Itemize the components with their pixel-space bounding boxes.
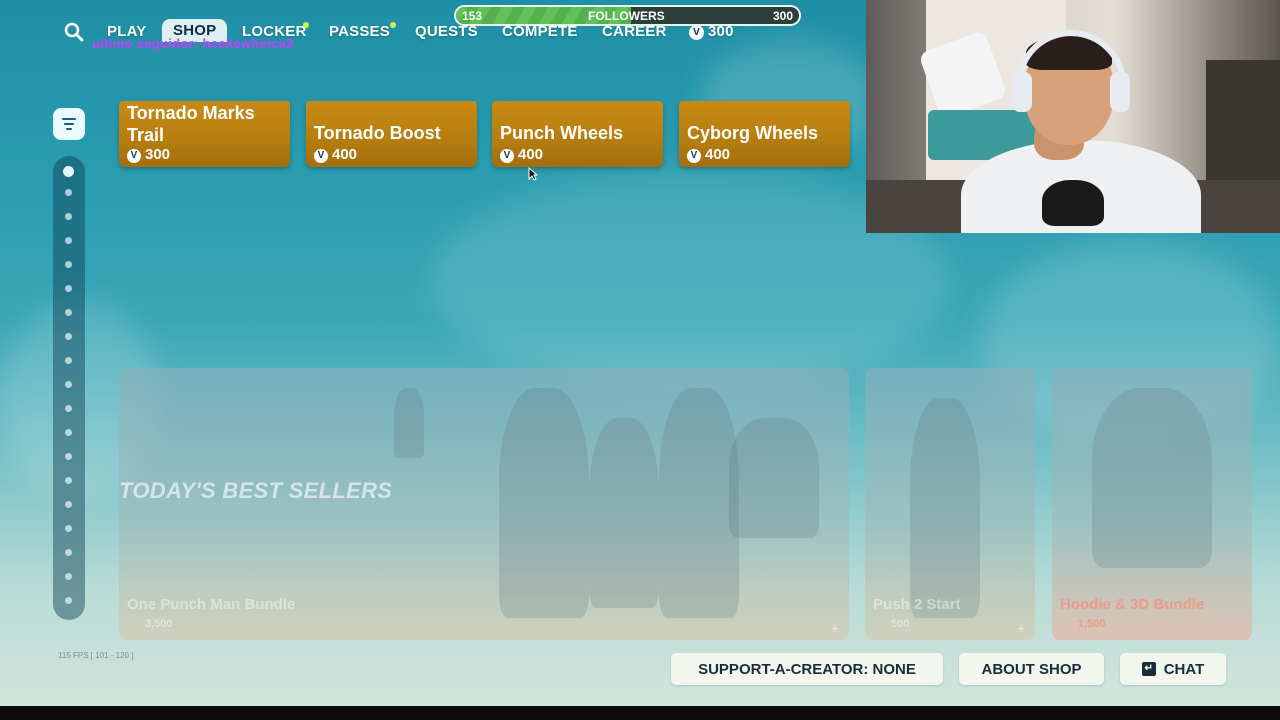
chat-button[interactable]: ↵ CHAT	[1120, 653, 1226, 685]
locker-notification-dot	[303, 22, 309, 28]
passes-notification-dot	[390, 22, 396, 28]
item-name: Hoodie & 3D Bundle	[1060, 596, 1205, 613]
mouse-cursor-icon	[528, 167, 538, 181]
shop-item-card[interactable]: Tornado Boost V 400	[306, 101, 477, 167]
vbucks-icon: V	[500, 149, 514, 163]
section-indicator-dot[interactable]	[65, 357, 72, 364]
search-icon[interactable]	[62, 20, 86, 44]
section-indicator-dot[interactable]	[65, 333, 72, 340]
followers-goal-bar: 153 FOLLOWERS 300	[454, 5, 801, 26]
best-seller-panel[interactable]: One Punch Man Bundle 3,500 +	[119, 368, 849, 640]
section-indicator-dot[interactable]	[65, 501, 72, 508]
shop-item-card[interactable]: Punch Wheels V 400	[492, 101, 663, 167]
item-name: One Punch Man Bundle	[127, 596, 296, 613]
item-price: V 400	[314, 146, 357, 163]
section-indicator-dot[interactable]	[65, 477, 72, 484]
section-indicator-dot[interactable]	[65, 573, 72, 580]
section-indicator-dot[interactable]	[65, 429, 72, 436]
section-indicator-dot[interactable]	[65, 549, 72, 556]
fps-counter: 115 FPS [ 101 - 120 ]	[58, 651, 134, 660]
section-indicator-dot[interactable]	[65, 237, 72, 244]
section-indicator-dot[interactable]	[65, 405, 72, 412]
plus-icon: +	[1016, 620, 1025, 636]
about-shop-button[interactable]: ABOUT SHOP	[959, 653, 1104, 685]
vbucks-icon: V	[687, 149, 701, 163]
section-indicator-dot[interactable]	[65, 453, 72, 460]
followers-label: FOLLOWERS	[588, 9, 665, 23]
shop-item-card[interactable]: Tornado Marks Trail V 300	[119, 101, 290, 167]
item-price: 1,500	[1078, 618, 1106, 630]
section-scroll-rail[interactable]	[53, 156, 85, 620]
plus-icon: +	[830, 620, 839, 636]
section-indicator-dot[interactable]	[65, 213, 72, 220]
section-indicator-dot[interactable]	[65, 189, 72, 196]
vbucks-icon: V	[127, 149, 141, 163]
section-indicator-dot[interactable]	[65, 381, 72, 388]
item-name: Tornado Boost	[314, 123, 441, 143]
nav-passes[interactable]: PASSES	[329, 23, 390, 40]
section-indicator-dot[interactable]	[65, 309, 72, 316]
webcam-overlay	[866, 0, 1280, 233]
support-a-creator-button[interactable]: SUPPORT-A-CREATOR: NONE	[671, 653, 943, 685]
stream-overlay-last-follower: ultimo seguidor: hcekewheica2	[92, 36, 294, 51]
item-price: V 400	[687, 146, 730, 163]
best-seller-panel[interactable]: Push 2 Start 500 +	[865, 368, 1035, 640]
shop-item-card[interactable]: Cyborg Wheels V 400	[679, 101, 850, 167]
letterbox-bar	[0, 706, 1280, 720]
section-indicator-dot[interactable]	[65, 261, 72, 268]
item-name: Cyborg Wheels	[687, 123, 819, 143]
item-price: 3,500	[145, 618, 173, 630]
section-indicator-dot[interactable]	[65, 597, 72, 604]
item-name: Punch Wheels	[500, 123, 624, 143]
followers-goal: 300	[772, 9, 793, 23]
section-indicator-dot[interactable]	[63, 166, 74, 177]
section-title: TODAY'S BEST SELLERS	[119, 478, 393, 503]
item-price: 500	[891, 618, 910, 630]
vbucks-icon: V	[689, 25, 704, 40]
item-price: V 300	[127, 146, 170, 163]
section-indicator-dot[interactable]	[65, 285, 72, 292]
followers-current: 153	[462, 9, 483, 23]
item-name: Push 2 Start	[873, 596, 961, 613]
vbucks-icon: V	[314, 149, 328, 163]
enter-key-icon: ↵	[1141, 662, 1156, 676]
item-name: Tornado Marks Trail	[127, 103, 255, 145]
filter-button[interactable]	[53, 108, 85, 140]
best-seller-panel[interactable]: Hoodie & 3D Bundle 1,500	[1052, 368, 1252, 640]
section-indicator-dot[interactable]	[65, 525, 72, 532]
item-price: V 400	[500, 146, 543, 163]
